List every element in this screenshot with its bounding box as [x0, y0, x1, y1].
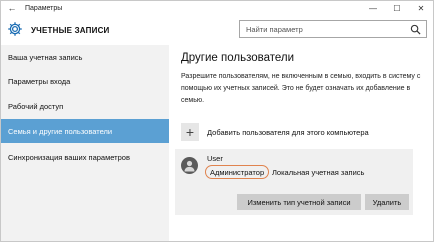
user-icon	[184, 160, 195, 172]
avatar	[181, 157, 198, 174]
search-input[interactable]: Найти параметр	[239, 20, 427, 38]
title-bar: ← Параметры — ☐ ✕	[1, 1, 433, 15]
sidebar-item-work-access[interactable]: Рабочий доступ	[1, 94, 169, 118]
plus-icon: +	[181, 123, 199, 141]
sidebar-item-sync-settings[interactable]: Синхронизация ваших параметров	[1, 145, 169, 169]
role-badge: Администратор	[205, 165, 270, 179]
gear-icon	[8, 22, 22, 36]
back-button[interactable]: ←	[1, 1, 23, 15]
sidebar-item-family-other-users[interactable]: Семья и другие пользователи	[1, 119, 169, 143]
delete-button[interactable]: Удалить	[365, 194, 409, 210]
main-content: Другие пользователи Разрешите пользовате…	[169, 45, 433, 241]
settings-header: УЧЕТНЫЕ ЗАПИСИ Найти параметр	[1, 15, 433, 45]
section-title: Другие пользователи	[181, 52, 295, 64]
add-user-label: Добавить пользователя для этого компьюте…	[207, 127, 369, 137]
section-description: Разрешите пользователям, не включенным в…	[181, 73, 421, 104]
user-card[interactable]: User Администратор Локальная учетная зап…	[175, 149, 413, 215]
search-icon[interactable]	[410, 24, 421, 35]
maximize-button[interactable]: ☐	[385, 1, 409, 15]
add-user-button[interactable]: + Добавить пользователя для этого компью…	[181, 123, 369, 141]
search-placeholder: Найти параметр	[246, 25, 303, 34]
window-title: Параметры	[25, 4, 63, 12]
minimize-button[interactable]: —	[361, 1, 385, 15]
account-type: Локальная учетная запись	[272, 168, 365, 177]
page-title: УЧЕТНЫЕ ЗАПИСИ	[31, 26, 110, 35]
settings-window: ← Параметры — ☐ ✕ УЧЕТНЫЕ ЗАПИСИ Найти п…	[0, 0, 434, 242]
sidebar-item-your-account[interactable]: Ваша учетная запись	[1, 45, 169, 69]
user-name: User	[207, 154, 223, 163]
close-button[interactable]: ✕	[409, 1, 433, 15]
sidebar: Ваша учетная запись Параметры входа Рабо…	[1, 45, 169, 241]
window-controls: — ☐ ✕	[361, 1, 433, 15]
change-account-type-button[interactable]: Изменить тип учетной записи	[237, 194, 361, 210]
sidebar-item-sign-in-options[interactable]: Параметры входа	[1, 69, 169, 93]
